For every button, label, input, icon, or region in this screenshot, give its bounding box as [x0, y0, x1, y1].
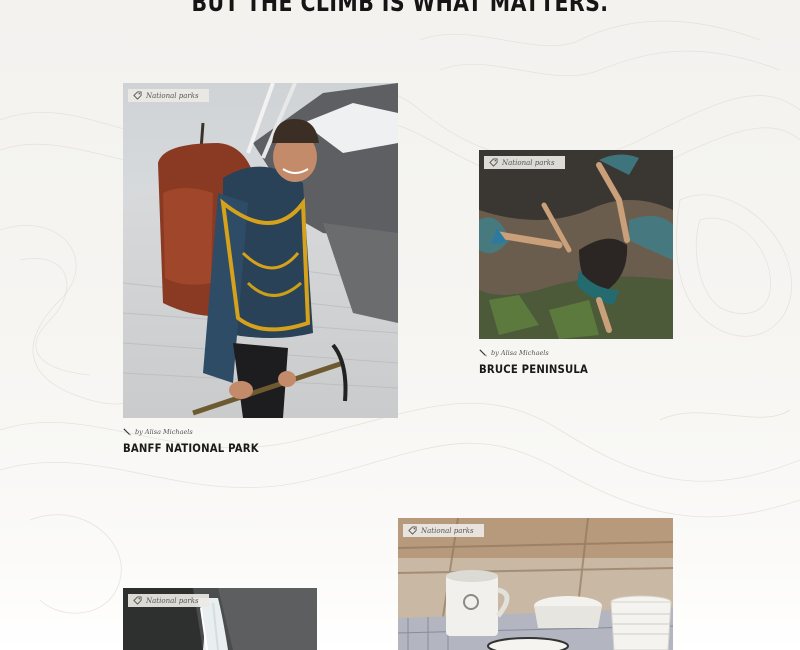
article-title[interactable]: BANFF NATIONAL PARK — [123, 441, 259, 455]
pencil-icon — [123, 428, 131, 436]
tag-icon — [133, 596, 142, 605]
author-name[interactable]: by Alisa Michaels — [135, 428, 193, 436]
category-tag[interactable]: National parks — [128, 89, 209, 102]
pencil-icon — [479, 349, 487, 357]
article-title[interactable]: BRUCE PENINSULA — [479, 362, 588, 376]
category-tag[interactable]: National parks — [128, 594, 209, 607]
category-tag-label: National parks — [421, 526, 474, 535]
author-name[interactable]: by Alisa Michaels — [491, 349, 549, 357]
tag-icon — [133, 91, 142, 100]
tag-icon — [408, 526, 417, 535]
climber-photo[interactable]: National parks — [479, 150, 673, 339]
category-tag[interactable]: National parks — [403, 524, 484, 537]
camping-mugs-photo[interactable]: National parks — [398, 518, 673, 650]
waterfall-photo[interactable]: National parks — [123, 588, 317, 650]
category-tag[interactable]: National parks — [484, 156, 565, 169]
category-tag-label: National parks — [146, 91, 199, 100]
section-headline: BUT THE CLIMB IS WHAT MATTERS. — [191, 0, 609, 17]
tag-icon — [489, 158, 498, 167]
page: BUT THE CLIMB IS WHAT MATTERS. National … — [0, 0, 800, 650]
hiker-photo[interactable]: National parks — [123, 83, 398, 418]
author-byline: by Alisa Michaels — [479, 349, 549, 357]
category-tag-label: National parks — [146, 596, 199, 605]
category-tag-label: National parks — [502, 158, 555, 167]
author-byline: by Alisa Michaels — [123, 428, 193, 436]
